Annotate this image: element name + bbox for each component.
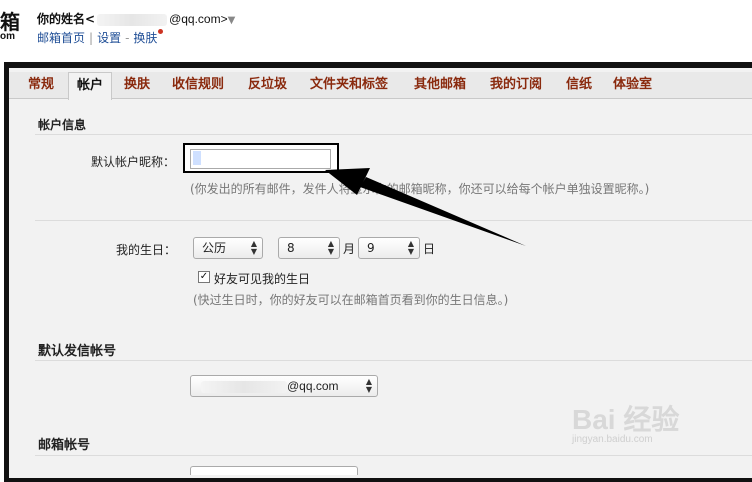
watermark-sub: jingyan.baidu.com — [572, 434, 653, 445]
annotation-arrow-head — [325, 168, 370, 195]
annotation-arrow-shaft — [360, 177, 526, 246]
watermark-main: Bai 经验 — [572, 404, 680, 435]
baidu-watermark: Bai 经验 jingyan.baidu.com — [572, 398, 680, 445]
